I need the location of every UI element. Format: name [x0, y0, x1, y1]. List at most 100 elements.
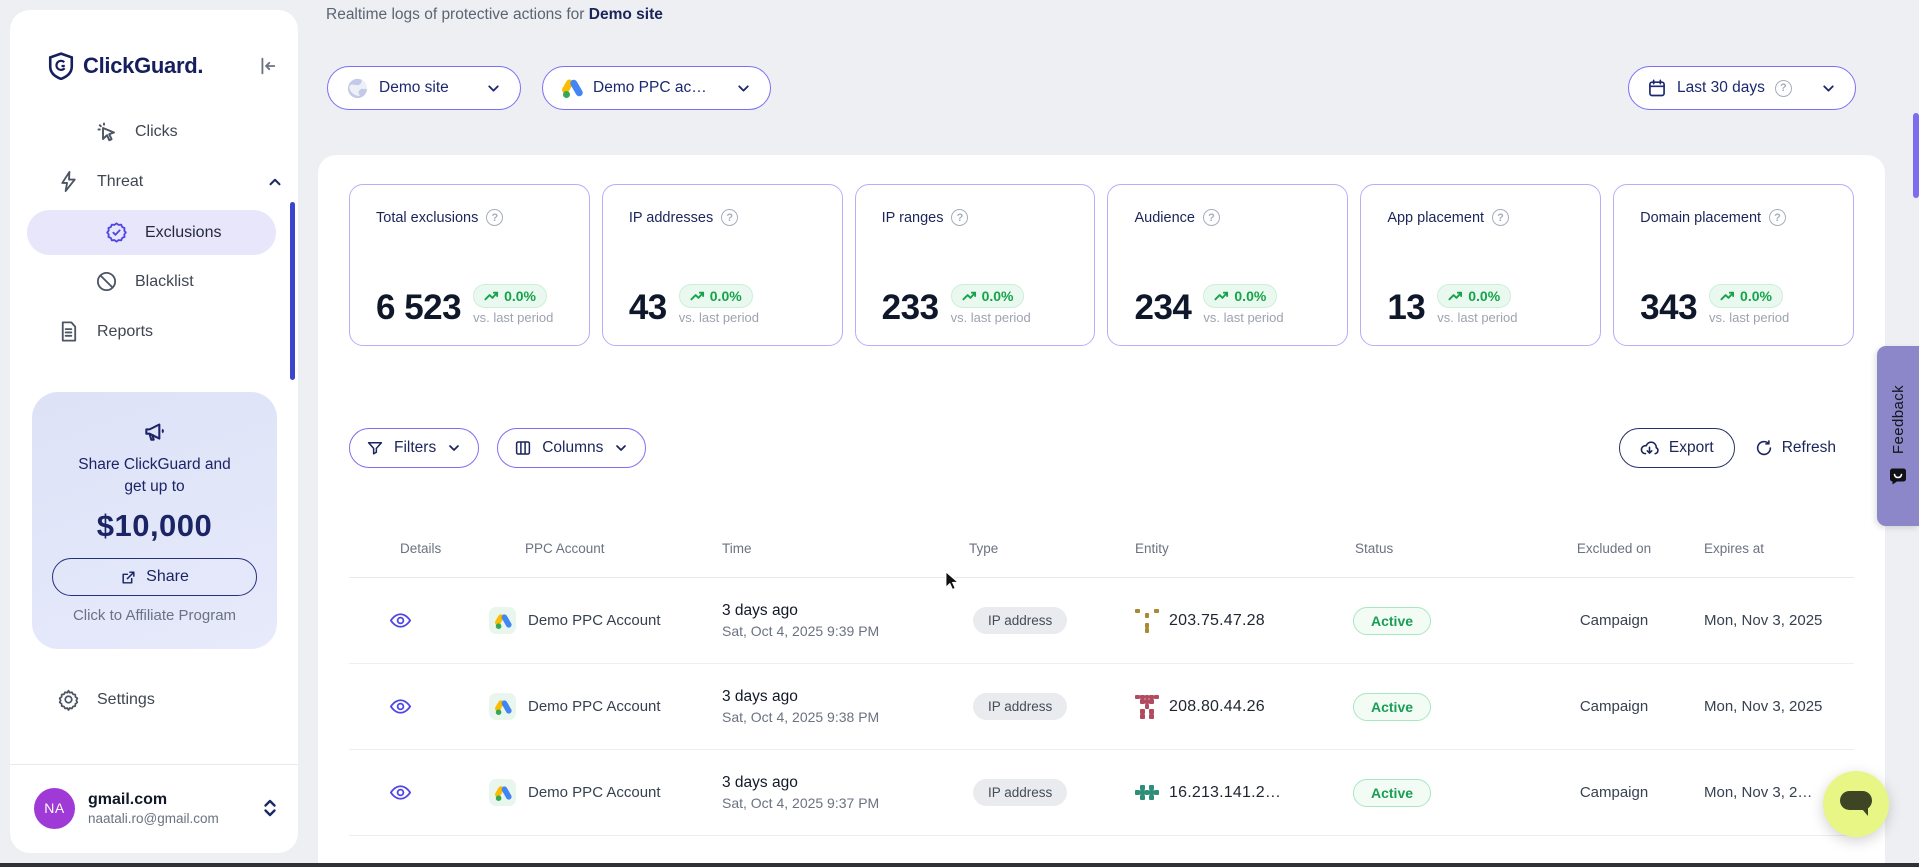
- stat-label: Audience: [1134, 210, 1194, 226]
- stat-label: Domain placement: [1640, 210, 1761, 226]
- sidebar-scrollbar[interactable]: [290, 202, 295, 380]
- ppc-account-selector[interactable]: Demo PPC ac…: [542, 66, 771, 110]
- sidebar-item-clicks[interactable]: Clicks: [10, 107, 284, 157]
- table-row: Demo PPC Account 3 days ago Sat, Oct 4, …: [349, 750, 1854, 836]
- site-selector-value: Demo site: [379, 79, 449, 97]
- help-icon: ?: [1775, 80, 1792, 97]
- help-icon[interactable]: ?: [1769, 209, 1786, 226]
- main-panel: Total exclusions ? 6 523 0.0% vs. last p…: [318, 155, 1885, 867]
- trend-up-icon: [962, 290, 977, 302]
- columns-button[interactable]: Columns: [497, 428, 646, 468]
- type-chip: IP address: [973, 693, 1067, 720]
- help-icon[interactable]: ?: [951, 209, 968, 226]
- cursor-click-icon: [95, 120, 119, 144]
- refresh-button[interactable]: Refresh: [1755, 439, 1836, 457]
- google-ads-icon: [489, 607, 516, 634]
- promo-text-line1: Share ClickGuard and: [32, 454, 277, 476]
- account-name: gmail.com: [88, 791, 219, 809]
- stat-delta-badge: 0.0%: [1203, 284, 1277, 308]
- help-icon[interactable]: ?: [1492, 209, 1509, 226]
- promo-amount: $10,000: [32, 508, 277, 544]
- date-range-selector[interactable]: Last 30 days ?: [1628, 66, 1856, 110]
- google-ads-icon: [561, 77, 583, 99]
- clickguard-logo-icon: [48, 52, 74, 80]
- refresh-icon: [1755, 439, 1773, 457]
- table-toolbar: Filters Columns Export: [349, 428, 1854, 468]
- affiliate-promo-card[interactable]: Share ClickGuard and get up to $10,000 S…: [32, 392, 277, 649]
- feedback-label: Feedback: [1890, 385, 1907, 454]
- excluded-on-value: Campaign: [1549, 750, 1679, 835]
- bottom-edge: [0, 863, 1919, 867]
- export-label: Export: [1669, 439, 1714, 457]
- time-full: Sat, Oct 4, 2025 9:39 PM: [722, 623, 879, 639]
- sidebar-item-reports[interactable]: Reports: [10, 307, 284, 357]
- lightning-icon: [57, 170, 81, 194]
- time-relative: 3 days ago: [722, 774, 798, 792]
- sidebar-item-label: Clicks: [135, 123, 178, 141]
- export-button[interactable]: Export: [1619, 428, 1735, 468]
- view-details-eye-icon[interactable]: [389, 609, 412, 632]
- entity-identicon: [1135, 781, 1159, 805]
- sidebar-item-blacklist[interactable]: Blacklist: [10, 257, 284, 307]
- globe-icon: [346, 77, 369, 100]
- stat-value: 234: [1134, 291, 1191, 325]
- column-header-status: Status: [1339, 520, 1549, 577]
- help-icon[interactable]: ?: [1203, 209, 1220, 226]
- stat-caption: vs. last period: [1437, 310, 1517, 325]
- trend-up-icon: [1720, 290, 1735, 302]
- chevron-down-icon: [485, 80, 502, 97]
- page-subtitle: Realtime logs of protective actions for …: [326, 6, 663, 24]
- entity-identicon: [1135, 609, 1159, 633]
- chevron-down-icon: [613, 440, 629, 456]
- sidebar-item-label: Settings: [97, 691, 155, 709]
- sidebar-item-settings[interactable]: Settings: [10, 675, 284, 725]
- stat-card: IP addresses ? 43 0.0% vs. last period: [602, 184, 843, 346]
- sidebar-item-exclusions[interactable]: Exclusions: [27, 210, 276, 255]
- sidebar-item-threat[interactable]: Threat: [10, 157, 284, 207]
- view-details-eye-icon[interactable]: [389, 781, 412, 804]
- stat-delta-badge: 0.0%: [679, 284, 753, 308]
- stat-value: 233: [882, 291, 939, 325]
- type-chip: IP address: [973, 607, 1067, 634]
- help-icon[interactable]: ?: [721, 209, 738, 226]
- affiliate-link[interactable]: Click to Affiliate Program: [32, 607, 277, 624]
- chevron-up-down-icon: [262, 798, 278, 818]
- column-header-expires-at: Expires at: [1679, 520, 1854, 577]
- chat-launcher-button[interactable]: [1823, 771, 1889, 837]
- share-button-label: Share: [146, 568, 189, 586]
- stat-delta-badge: 0.0%: [473, 284, 547, 308]
- stat-label: IP addresses: [629, 210, 713, 226]
- view-details-eye-icon[interactable]: [389, 695, 412, 718]
- filters-button[interactable]: Filters: [349, 428, 479, 468]
- site-selector[interactable]: Demo site: [327, 66, 521, 110]
- trend-up-icon: [1214, 290, 1229, 302]
- stat-label: IP ranges: [882, 210, 944, 226]
- stat-value: 343: [1640, 291, 1697, 325]
- status-badge: Active: [1353, 693, 1431, 721]
- chat-bubble-icon: [1838, 789, 1874, 819]
- page-scrollbar-thumb[interactable]: [1913, 113, 1919, 198]
- stat-card: Total exclusions ? 6 523 0.0% vs. last p…: [349, 184, 590, 346]
- cloud-download-icon: [1640, 439, 1659, 458]
- help-icon[interactable]: ?: [486, 209, 503, 226]
- expires-at-value: Mon, Nov 3, 2025: [1679, 664, 1854, 749]
- sidebar-item-label: Threat: [97, 173, 143, 191]
- share-button[interactable]: Share: [52, 558, 257, 596]
- trend-up-icon: [484, 290, 499, 302]
- columns-icon: [514, 439, 532, 457]
- trend-up-icon: [1448, 290, 1463, 302]
- page-scrollbar[interactable]: [1913, 0, 1919, 867]
- ppc-account-name: Demo PPC Account: [528, 612, 661, 629]
- gear-icon: [57, 688, 81, 712]
- column-header-type: Type: [949, 520, 1109, 577]
- ban-icon: [95, 270, 119, 294]
- chevron-down-icon: [735, 80, 752, 97]
- account-menu[interactable]: NA gmail.com naatali.ro@gmail.com: [34, 780, 278, 836]
- stat-value: 13: [1387, 291, 1425, 325]
- sidebar-item-label: Blacklist: [135, 273, 194, 291]
- entity-value: 16.213.141.2…: [1169, 784, 1281, 802]
- sidebar-collapse-icon[interactable]: [256, 55, 278, 77]
- type-chip: IP address: [973, 779, 1067, 806]
- ppc-account-name: Demo PPC Account: [528, 784, 661, 801]
- ppc-account-name: Demo PPC Account: [528, 698, 661, 715]
